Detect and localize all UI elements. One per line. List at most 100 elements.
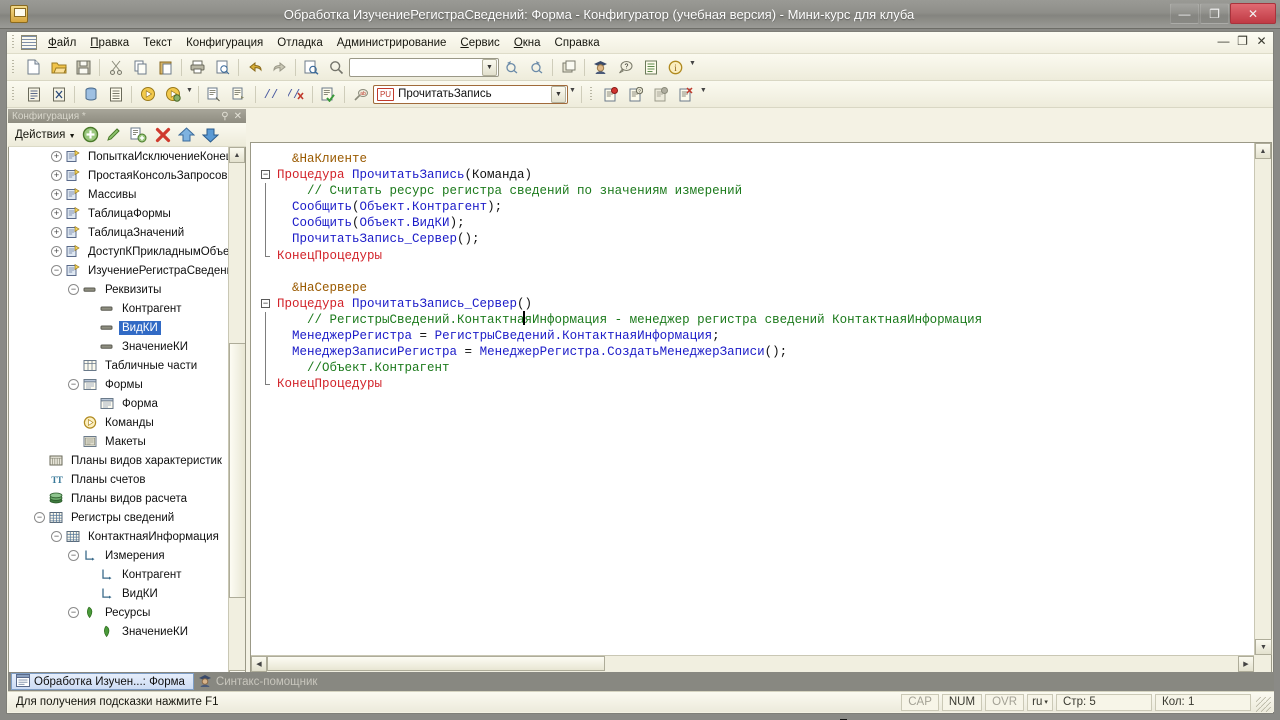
configuration-tree-body[interactable]: + ПопыткаИсключениеКонецП + ПростаяКонсольЗ…	[9, 147, 228, 686]
procedure-name-input[interactable]: ПрочитатьЗапись	[394, 88, 551, 100]
open-file-icon[interactable]	[47, 56, 70, 78]
main-menu-icon[interactable]	[21, 35, 37, 50]
code-editor[interactable]: &НаКлиенте − Процедура ПрочитатьЗапись(Ком…	[250, 142, 1272, 720]
tree-item[interactable]: ЗначениеКИ	[9, 337, 228, 356]
collapse-icon[interactable]: −	[68, 284, 79, 295]
save-icon[interactable]	[72, 56, 95, 78]
code-line[interactable]: //Объект.Контрагент	[259, 360, 1254, 377]
menu-item-help[interactable]: Справка	[548, 35, 607, 51]
tree-item[interactable]: Планы видов характеристик	[9, 451, 228, 470]
print-icon[interactable]	[186, 56, 209, 78]
cond-breakpoint-icon[interactable]: ?	[625, 83, 648, 105]
calculator-icon[interactable]	[639, 56, 662, 78]
comment-icon[interactable]: //	[260, 83, 283, 105]
cut-icon[interactable]	[104, 56, 127, 78]
copy-item-icon[interactable]	[128, 125, 150, 145]
start-debug-icon[interactable]	[136, 83, 159, 105]
code-fold-gutter[interactable]: −	[259, 167, 277, 183]
toolbar-overflow-caret[interactable]: ▼	[689, 60, 696, 67]
resize-grip-icon[interactable]	[1256, 697, 1271, 712]
menu-item-file[interactable]: Файл	[41, 35, 83, 51]
module-icon[interactable]	[22, 83, 45, 105]
tree-item[interactable]: Форма	[9, 394, 228, 413]
toolbar-grip-handle[interactable]	[11, 86, 18, 102]
search-combobox[interactable]: ▼	[349, 57, 499, 77]
code-fold-gutter[interactable]	[259, 231, 277, 248]
move-up-icon[interactable]	[176, 125, 198, 145]
remove-breakpoints-icon[interactable]	[675, 83, 698, 105]
tree-vertical-scrollbar[interactable]: ▲ ▼	[228, 147, 245, 686]
tree-item[interactable]: Планы видов расчета	[9, 489, 228, 508]
scroll-right-arrow-icon[interactable]: ▶	[1238, 656, 1254, 672]
tree-item[interactable]: Контрагент	[9, 299, 228, 318]
windows-icon[interactable]	[557, 56, 580, 78]
status-language-selector[interactable]: ru ▾	[1027, 693, 1053, 711]
breakpoint-overflow-caret[interactable]: ▼	[700, 87, 707, 94]
code-fold-gutter[interactable]	[259, 151, 277, 167]
tree-item[interactable]: ВидКИ	[9, 584, 228, 603]
tree-item[interactable]: + ДоступКПрикладнымОбъек	[9, 242, 228, 261]
menu-item-windows[interactable]: Окна	[507, 35, 548, 51]
menu-item-configuration[interactable]: Конфигурация	[179, 35, 270, 51]
copy-icon[interactable]	[129, 56, 152, 78]
code-line[interactable]: КонецПроцедуры	[259, 376, 1254, 392]
db-config-icon[interactable]	[79, 83, 102, 105]
scroll-up-arrow-icon[interactable]: ▲	[1255, 143, 1271, 159]
collapse-icon[interactable]: −	[51, 265, 62, 276]
tree-vscroll-thumb[interactable]	[229, 343, 245, 598]
collapse-icon[interactable]: −	[68, 607, 79, 618]
close-module-icon[interactable]	[47, 83, 70, 105]
procedure-list-icon[interactable]: ab	[349, 83, 372, 105]
code-line[interactable]: &НаКлиенте	[259, 151, 1254, 167]
tree-item[interactable]: + Массивы	[9, 185, 228, 204]
tree-item[interactable]: − Реквизиты	[9, 280, 228, 299]
code-fold-gutter[interactable]	[259, 199, 277, 216]
add-icon[interactable]	[80, 125, 102, 145]
collapse-icon[interactable]: −	[51, 531, 62, 542]
editor-hscroll-thumb[interactable]	[267, 656, 605, 671]
tree-item[interactable]: Контрагент	[9, 565, 228, 584]
code-fold-gutter[interactable]	[259, 344, 277, 361]
code-line[interactable]: − Процедура ПрочитатьЗапись_Сервер()	[259, 296, 1254, 312]
chevron-down-icon[interactable]: ▼	[482, 58, 497, 76]
menu-grip-handle[interactable]	[11, 35, 18, 50]
code-fold-gutter[interactable]	[259, 328, 277, 345]
user-icon[interactable]	[589, 56, 612, 78]
print-preview-icon[interactable]	[211, 56, 234, 78]
code-fold-gutter[interactable]: −	[259, 296, 277, 312]
scroll-up-arrow-icon[interactable]: ▲	[229, 147, 245, 163]
pin-icon[interactable]: ⚲	[221, 111, 228, 122]
code-line[interactable]: − Процедура ПрочитатьЗапись(Команда)	[259, 167, 1254, 183]
edit-icon[interactable]	[104, 125, 126, 145]
code-line[interactable]	[259, 264, 1254, 280]
tree-item[interactable]: ЗначениеКИ	[9, 622, 228, 641]
code-line[interactable]: МенеджерЗаписиРегистра = МенеджерРегистр…	[259, 344, 1254, 361]
tree-item[interactable]: − КонтактнаяИнформация	[9, 527, 228, 546]
tree-item[interactable]: − Формы	[9, 375, 228, 394]
code-fold-gutter[interactable]	[259, 264, 277, 280]
code-line[interactable]: Сообщить(Объект.Контрагент);	[259, 199, 1254, 216]
expand-icon[interactable]: +	[51, 151, 62, 162]
code-fold-gutter[interactable]	[259, 376, 277, 392]
code-line[interactable]: &НаСервере	[259, 280, 1254, 296]
taskbar-item-syntax-assistant[interactable]: Синтакс-помощник	[194, 673, 326, 690]
code-line[interactable]: МенеджерРегистра = РегистрыСведений.Конт…	[259, 328, 1254, 345]
collapse-icon[interactable]: −	[68, 550, 79, 561]
about-icon[interactable]: i	[664, 56, 687, 78]
expand-icon[interactable]: +	[51, 208, 62, 219]
tree-item[interactable]: ВидКИ	[9, 318, 228, 337]
tree-item[interactable]: T T Планы счетов	[9, 470, 228, 489]
menu-item-debug[interactable]: Отладка	[270, 35, 329, 51]
find-in-list-icon[interactable]	[300, 56, 323, 78]
menu-item-service[interactable]: Сервис	[453, 35, 506, 51]
tree-item[interactable]: − Ресурсы	[9, 603, 228, 622]
code-text-area[interactable]: &НаКлиенте − Процедура ПрочитатьЗапись(Ком…	[251, 143, 1254, 655]
menu-item-edit[interactable]: Правка	[83, 35, 136, 51]
tree-item[interactable]: + ТаблицаФормы	[9, 204, 228, 223]
code-line[interactable]: Сообщить(Объект.ВидКИ);	[259, 215, 1254, 232]
search-next-icon[interactable]	[500, 56, 523, 78]
expand-icon[interactable]: +	[51, 189, 62, 200]
scroll-left-arrow-icon[interactable]: ◀	[251, 656, 267, 672]
collapse-icon[interactable]: −	[68, 379, 79, 390]
config-list-icon[interactable]	[104, 83, 127, 105]
